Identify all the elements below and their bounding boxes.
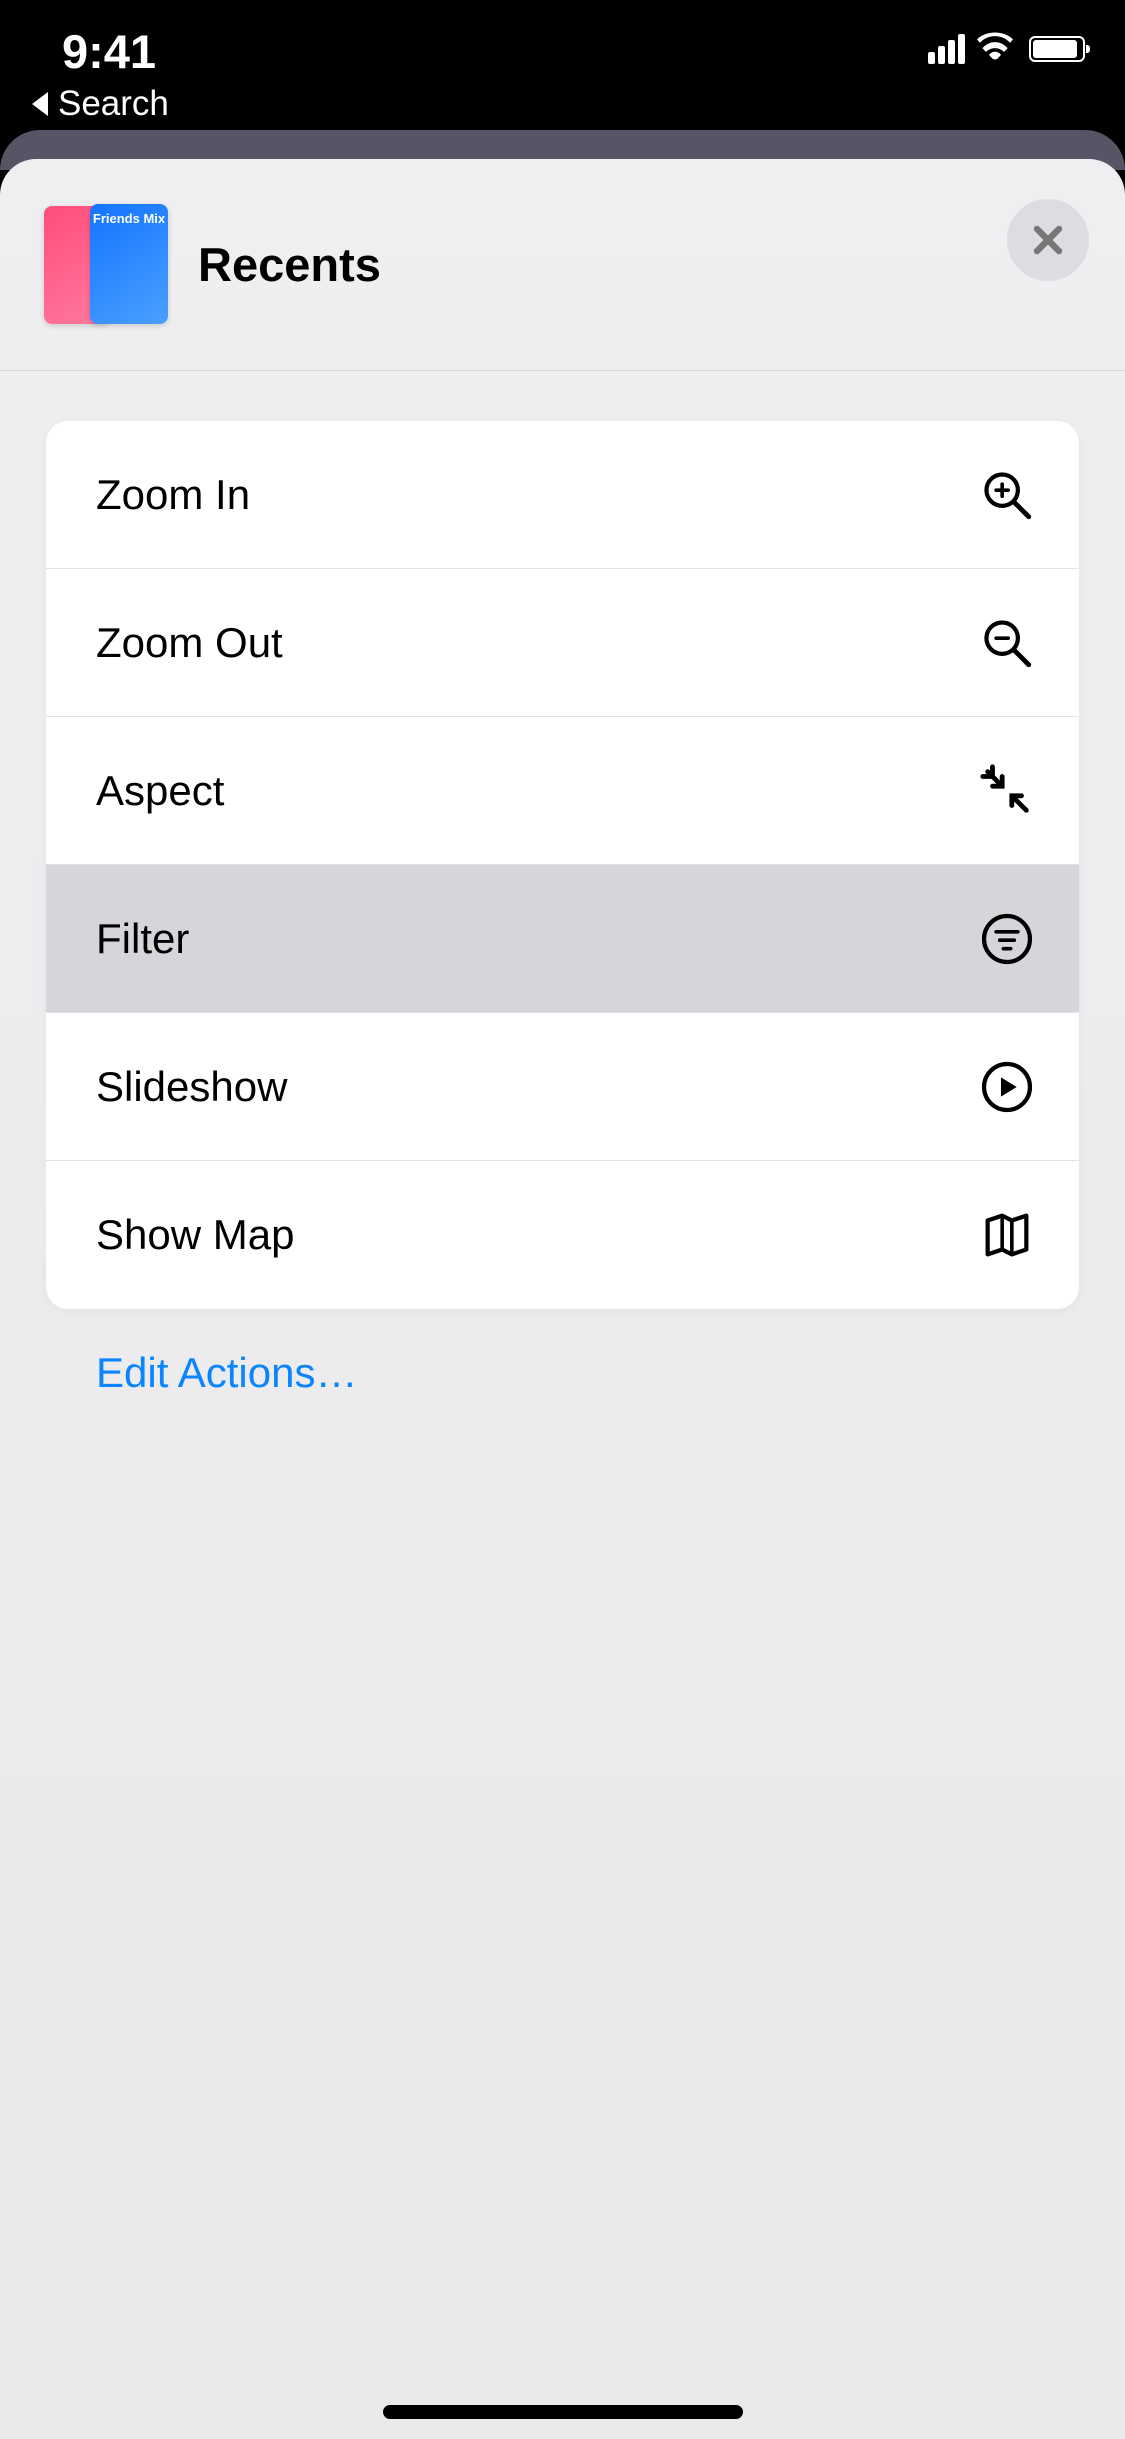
close-button[interactable] [1007,199,1089,281]
action-label: Slideshow [96,1063,975,1111]
wifi-icon [977,32,1013,65]
preview-thumbnails: Friends Mix [40,200,170,330]
edit-actions-label: Edit Actions… [96,1349,357,1396]
action-label: Aspect [96,767,975,815]
status-icons [928,32,1085,65]
close-icon [1029,221,1067,259]
action-filter[interactable]: Filter [46,865,1079,1013]
action-label: Filter [96,915,975,963]
cellular-signal-icon [928,34,965,64]
actions-list: Zoom In Zoom Out Aspect [46,421,1079,1309]
zoom-out-icon [975,611,1039,675]
status-time: 9:41 [62,28,156,75]
action-slideshow[interactable]: Slideshow [46,1013,1079,1161]
back-label: Search [58,84,169,124]
slideshow-icon [975,1055,1039,1119]
share-sheet: Friends Mix Recents Zoom In Zoom Out [0,159,1125,2439]
action-zoom-out[interactable]: Zoom Out [46,569,1079,717]
edit-actions-link[interactable]: Edit Actions… [46,1349,1079,1397]
home-indicator[interactable] [383,2405,743,2419]
aspect-icon [975,759,1039,823]
action-label: Zoom In [96,471,975,519]
sheet-header: Friends Mix Recents [0,159,1125,371]
zoom-in-icon [975,463,1039,527]
battery-icon [1029,36,1085,62]
status-bar: 9:41 Search [0,0,1125,140]
action-show-map[interactable]: Show Map [46,1161,1079,1309]
action-label: Zoom Out [96,619,975,667]
filter-icon [975,907,1039,971]
sheet-title: Recents [198,237,381,292]
action-label: Show Map [96,1211,975,1259]
action-zoom-in[interactable]: Zoom In [46,421,1079,569]
thumb-primary: Friends Mix [90,204,168,324]
map-icon [975,1203,1039,1267]
back-to-search[interactable]: Search [32,84,169,124]
thumb-label: Friends Mix [93,212,165,226]
action-aspect[interactable]: Aspect [46,717,1079,865]
back-arrow-icon [32,92,48,116]
sheet-body: Zoom In Zoom Out Aspect [0,371,1125,1397]
